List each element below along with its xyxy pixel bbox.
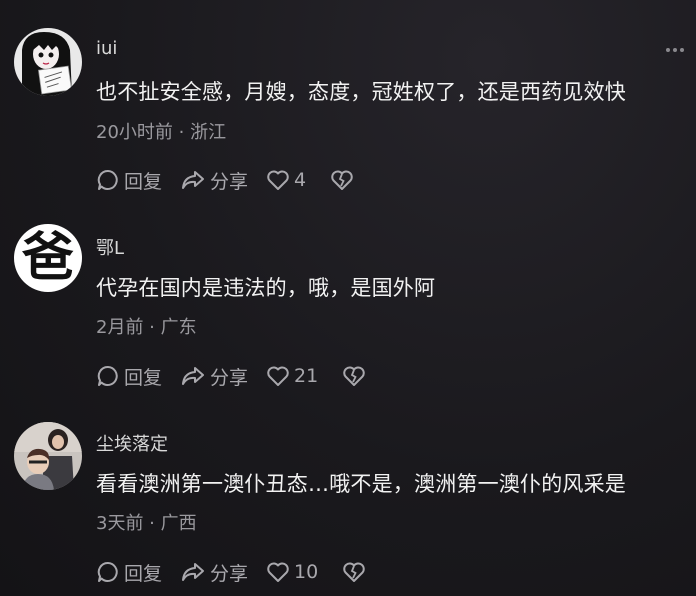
dislike-button[interactable] [342,365,366,387]
comment-actions: 回复 分享 4 [96,166,372,194]
comment-actions: 回复 分享 10 [96,558,384,586]
reply-button[interactable]: 回复 [96,167,162,194]
username[interactable]: 尘埃落定 [96,430,168,456]
heart-outline-icon [267,562,289,582]
heart-outline-icon [267,366,289,386]
like-count: 10 [294,561,319,583]
comment-time: 2月前 [96,317,144,338]
like-count: 4 [294,169,307,191]
share-button[interactable]: 分享 [180,363,248,390]
meta-separator: · [143,513,161,534]
share-button[interactable]: 分享 [180,559,248,586]
share-label: 分享 [210,170,249,193]
broken-heart-icon [343,562,365,582]
share-button[interactable]: 分享 [180,167,248,194]
comment-section: iui 也不扯安全感，月嫂，态度，冠姓权了，还是西药见效快 20小时前 · 浙江… [0,0,696,596]
avatar-glyph: 爸 [21,227,74,288]
more-dots-icon[interactable] [666,48,684,52]
avatar-image [14,28,82,96]
meta-separator: · [143,317,161,338]
avatar[interactable] [14,28,82,96]
reply-label: 回复 [124,170,163,193]
username[interactable]: iui [96,38,117,59]
share-label: 分享 [210,562,249,585]
comment-meta: 20小时前 · 浙江 [96,118,226,144]
comment-meta: 3天前 · 广西 [96,509,197,535]
broken-heart-icon [343,366,365,386]
username[interactable]: 鄂L [96,234,124,260]
reply-label: 回复 [124,366,163,389]
comment-text: 看看澳洲第一澳仆丑态…哦不是，澳洲第一澳仆的风采是 [96,472,626,496]
like-button[interactable]: 10 [266,561,318,583]
comment-meta: 2月前 · 广东 [96,313,197,339]
share-arrow-icon [182,171,205,189]
meta-separator: · [172,122,191,143]
reply-label: 回复 [124,562,163,585]
reply-button[interactable]: 回复 [96,559,162,586]
avatar-image [14,422,82,490]
heart-outline-icon [267,170,289,190]
share-arrow-icon [182,563,205,581]
avatar[interactable]: 爸 [14,224,82,292]
reply-bubble-icon [97,561,118,582]
share-label: 分享 [210,366,249,389]
dislike-button[interactable] [330,169,354,191]
comment-time: 3天前 [96,513,144,534]
reply-bubble-icon [97,365,118,386]
broken-heart-icon [331,170,353,190]
like-count: 21 [294,365,319,387]
like-button[interactable]: 21 [266,365,318,387]
comment-text: 代孕在国内是违法的，哦，是国外阿 [96,276,436,300]
reply-button[interactable]: 回复 [96,363,162,390]
like-button[interactable]: 4 [266,169,306,191]
avatar[interactable] [14,422,82,490]
comment-time: 20小时前 [96,122,173,143]
comment-location: 广东 [160,317,197,338]
comment-actions: 回复 分享 21 [96,362,384,390]
comment-text: 也不扯安全感，月嫂，态度，冠姓权了，还是西药见效快 [96,80,626,104]
comment-location: 广西 [160,513,197,534]
comment-location: 浙江 [190,122,227,143]
dislike-button[interactable] [342,561,366,583]
share-arrow-icon [182,367,205,385]
reply-bubble-icon [97,169,118,190]
